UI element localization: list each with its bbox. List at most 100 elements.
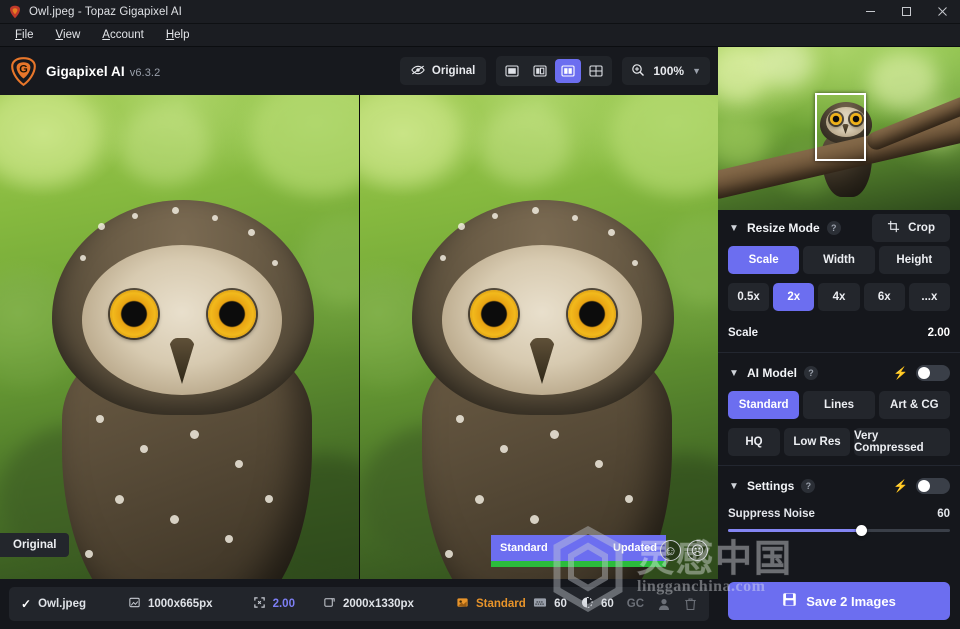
status-filename-item[interactable]: ✓ Owl.jpeg xyxy=(21,597,86,611)
owl-plumage-spots-processed xyxy=(360,95,718,579)
original-pane-tag: Original xyxy=(0,533,69,557)
owl-subject-processed xyxy=(360,95,718,579)
suppress-noise-slider[interactable] xyxy=(728,529,950,532)
ai-model-row-2: HQ Low Res Very Compressed xyxy=(728,428,950,456)
save-disk-icon xyxy=(782,592,797,610)
minimize-button[interactable] xyxy=(852,0,888,24)
resize-mode-header[interactable]: ▼ Resize Mode ? Crop xyxy=(728,210,950,246)
suppress-noise-control: Suppress Noise 60 xyxy=(728,504,950,532)
zoom-control[interactable]: 100% ▼ xyxy=(622,57,710,85)
original-preview-pane[interactable]: Original xyxy=(0,95,359,579)
crop-button[interactable]: Crop xyxy=(872,214,950,242)
lightning-bolt-icon: ⚡ xyxy=(893,479,908,493)
brand-version: v6.3.2 xyxy=(130,67,161,79)
processing-model-label: Standard xyxy=(500,542,548,554)
view-mode-single[interactable] xyxy=(499,59,525,83)
trash-icon[interactable] xyxy=(684,597,697,611)
menu-account[interactable]: Account xyxy=(91,26,155,44)
maximize-button[interactable] xyxy=(888,0,924,24)
status-scale-value: 2.00 xyxy=(273,598,295,610)
title-bar: Owl.jpeg - Topaz Gigapixel AI xyxy=(0,0,960,24)
ai-model-very-compressed[interactable]: Very Compressed xyxy=(854,428,950,456)
resize-tab-height[interactable]: Height xyxy=(879,246,950,274)
settings-title: Settings xyxy=(747,479,794,493)
view-mode-split[interactable] xyxy=(527,59,553,83)
crop-button-label: Crop xyxy=(908,222,935,234)
status-blur-value: 60 xyxy=(601,598,614,610)
close-button[interactable] xyxy=(924,0,960,24)
scale-preset-4x[interactable]: 4x xyxy=(818,283,859,311)
ai-model-art-cg[interactable]: Art & CG xyxy=(879,391,950,419)
suppress-noise-label-row: Suppress Noise 60 xyxy=(728,508,950,520)
ai-model-hq[interactable]: HQ xyxy=(728,428,780,456)
scale-preset-2x[interactable]: 2x xyxy=(773,283,814,311)
ai-model-header[interactable]: ▼ AI Model ? ⚡ xyxy=(728,355,950,391)
suppress-noise-slider-fill xyxy=(728,529,861,532)
ai-model-section: ▼ AI Model ? ⚡ Standard Lines Art & CG H… xyxy=(718,355,960,456)
chevron-down-icon[interactable]: ▼ xyxy=(728,368,740,379)
settings-header[interactable]: ▼ Settings ? ⚡ xyxy=(728,468,950,504)
owl-plumage-spots xyxy=(0,95,359,579)
view-mode-grid[interactable] xyxy=(583,59,609,83)
view-mode-segmented-control xyxy=(496,56,612,86)
eye-off-icon xyxy=(411,64,425,79)
menu-view-rest: iew xyxy=(63,29,80,41)
face-recovery-icon[interactable] xyxy=(657,597,671,611)
suppress-noise-label: Suppress Noise xyxy=(728,508,815,520)
section-divider-1 xyxy=(718,352,960,353)
ai-model-lines[interactable]: Lines xyxy=(803,391,874,419)
status-icon-group: 60 60 GC xyxy=(533,596,697,612)
toggle-knob xyxy=(918,367,930,379)
help-icon[interactable]: ? xyxy=(801,479,815,493)
scale-preset-custom[interactable]: ...x xyxy=(909,283,950,311)
resize-tab-scale[interactable]: Scale xyxy=(728,246,799,274)
ai-model-auto-toggle[interactable] xyxy=(916,365,950,381)
settings-section: ▼ Settings ? ⚡ Suppress Noise 60 xyxy=(718,468,960,532)
checkmark-icon: ✓ xyxy=(21,597,31,611)
help-icon[interactable]: ? xyxy=(827,221,841,235)
menu-file[interactable]: File xyxy=(4,26,45,44)
image-import-icon xyxy=(128,596,141,612)
crop-icon xyxy=(887,220,900,236)
ai-model-icon xyxy=(456,596,469,612)
smiley-face-icon[interactable]: ☺ xyxy=(660,540,681,561)
image-export-icon xyxy=(323,596,336,612)
processed-preview-pane[interactable]: Standard Updated ☺ ☹ xyxy=(359,95,718,579)
blur-icon xyxy=(580,596,594,612)
lightning-bolt-icon: ⚡ xyxy=(893,366,908,380)
ai-model-standard[interactable]: Standard xyxy=(728,391,799,419)
ai-model-low-res[interactable]: Low Res xyxy=(784,428,850,456)
status-noise-item: 60 xyxy=(533,596,567,612)
section-divider-2 xyxy=(718,465,960,466)
scale-preset-0-5x[interactable]: 0.5x xyxy=(728,283,769,311)
scale-preset-6x[interactable]: 6x xyxy=(864,283,905,311)
noise-icon xyxy=(533,596,547,612)
status-gc-item: GC xyxy=(627,598,644,610)
menu-help[interactable]: Help xyxy=(155,26,201,44)
original-toggle-button[interactable]: Original xyxy=(400,57,486,85)
help-icon[interactable]: ? xyxy=(804,366,818,380)
suppress-noise-slider-knob[interactable] xyxy=(856,525,867,536)
processing-status-bar: Standard Updated xyxy=(491,535,666,561)
menu-help-rest: elp xyxy=(174,29,189,41)
view-mode-side-by-side[interactable] xyxy=(555,59,581,83)
status-blur-item: 60 xyxy=(580,596,614,612)
save-images-button[interactable]: Save 2 Images xyxy=(728,582,950,620)
settings-auto-toggle[interactable] xyxy=(916,478,950,494)
scale-value-row: Scale 2.00 xyxy=(728,320,950,346)
chevron-down-icon[interactable]: ▼ xyxy=(728,481,740,492)
resize-tab-width[interactable]: Width xyxy=(803,246,874,274)
chevron-down-icon[interactable]: ▼ xyxy=(728,223,740,234)
status-source-dimensions: 1000x665px xyxy=(148,598,213,610)
navigator-viewport-rect[interactable] xyxy=(815,93,866,161)
save-button-label: Save 2 Images xyxy=(806,594,896,609)
menu-view[interactable]: View xyxy=(45,26,92,44)
scale-presets: 0.5x 2x 4x 6x ...x xyxy=(728,283,950,311)
neutral-face-icon[interactable]: ☹ xyxy=(687,540,708,561)
app-toolbar: G Gigapixel AIv6.3.2 Original xyxy=(0,47,718,95)
menu-file-label: F xyxy=(15,29,22,41)
chevron-down-icon: ▼ xyxy=(692,66,701,76)
brand-title: Gigapixel AI xyxy=(46,64,125,79)
scale-value[interactable]: 2.00 xyxy=(928,327,950,339)
image-navigator[interactable] xyxy=(718,47,960,210)
